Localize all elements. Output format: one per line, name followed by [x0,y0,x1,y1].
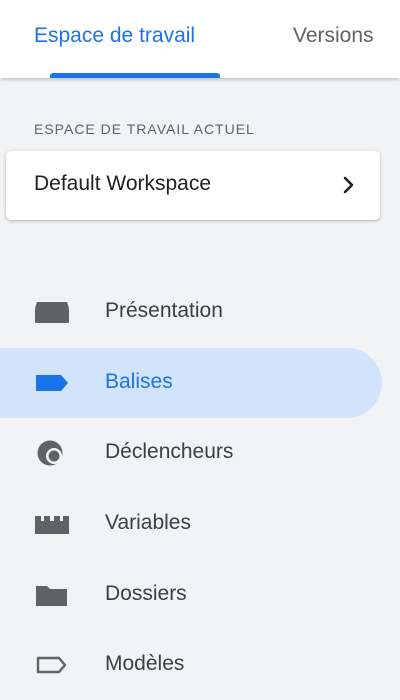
tab-versions[interactable]: Versions [293,22,374,50]
nav-item-folders[interactable]: Dossiers [0,560,382,630]
variables-icon [35,516,69,534]
nav-item-variables[interactable]: Variables [0,489,382,559]
nav-item-overview[interactable]: Présentation [0,277,382,347]
tag-icon [36,375,68,391]
workspace-selector[interactable]: Default Workspace [6,151,380,220]
chevron-right-icon [343,176,354,194]
nav-label-templates: Modèles [105,652,185,675]
folder-icon [36,586,67,606]
current-workspace-label: ESPACE DE TRAVAIL ACTUEL [34,121,255,137]
overview-icon [35,302,69,323]
nav-item-tags[interactable]: Balises [0,348,382,418]
nav-label-folders: Dossiers [105,582,187,605]
nav-item-triggers[interactable]: Déclencheurs [0,418,382,488]
nav-label-variables: Variables [105,511,191,534]
nav-label-triggers: Déclencheurs [105,440,234,463]
top-tab-bar: Espace de travail Versions [0,0,400,78]
active-tab-indicator [50,73,220,78]
tab-workspace[interactable]: Espace de travail [34,22,195,50]
trigger-icon [37,440,63,466]
nav-label-overview: Présentation [105,299,223,322]
nav-label-tags: Balises [105,370,173,393]
workspace-name: Default Workspace [34,172,212,195]
template-icon [36,656,67,674]
